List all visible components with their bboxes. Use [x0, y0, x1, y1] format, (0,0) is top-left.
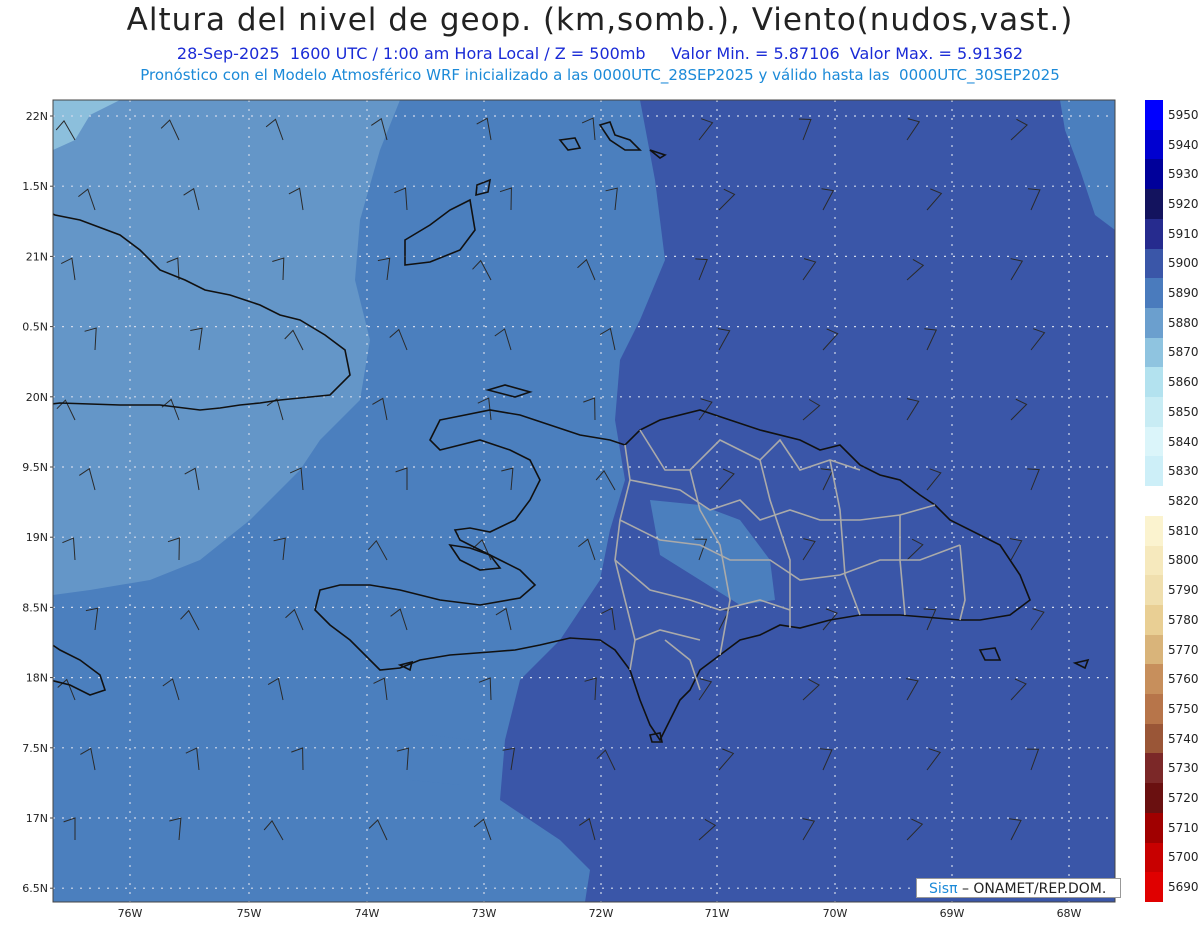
lon-tick-label: 68W — [1057, 907, 1082, 920]
lon-tick-label: 71W — [705, 907, 730, 920]
lat-tick-label: 18N — [26, 672, 48, 685]
colorbar-cell — [1145, 218, 1163, 250]
colorbar-cell — [1145, 159, 1163, 190]
colorbar-tick-label: 5870 — [1168, 345, 1199, 360]
credit-box: Sisπ – ONAMET/REP.DOM. — [916, 878, 1121, 898]
colorbar-tick-label: 5940 — [1168, 137, 1199, 152]
colorbar-tick-label: 5700 — [1168, 850, 1199, 865]
lon-tick-label: 69W — [940, 907, 965, 920]
colorbar-cell — [1145, 486, 1163, 517]
colorbar-tick-label: 5690 — [1168, 880, 1199, 895]
colorbar-tick-label: 5810 — [1168, 523, 1199, 538]
lat-tick-label: 19N — [26, 531, 48, 544]
colorbar-tick-label: 5840 — [1168, 434, 1199, 449]
colorbar-tick-label: 5920 — [1168, 196, 1199, 211]
lat-tick-label: 21N — [26, 250, 48, 263]
colorbar-cell — [1145, 694, 1163, 725]
colorbar-tick-label: 5750 — [1168, 701, 1199, 716]
colorbar-tick-label: 5900 — [1168, 256, 1199, 271]
colorbar-cell — [1145, 456, 1163, 487]
colorbar-cell — [1145, 723, 1163, 754]
lat-tick-label: 17N — [26, 812, 48, 825]
colorbar-tick-label: 5820 — [1168, 494, 1199, 508]
lat-tick-label: 7.5N — [22, 742, 48, 755]
colorbar-cell — [1145, 248, 1163, 279]
colorbar-cell — [1145, 129, 1163, 160]
forecast-map: 22N 1.5N 21N 0.5N 20N 9.5N 19N 8.5N 18N 7.5N 17N 6.… — [22, 99, 1116, 920]
lat-tick-label: 22N — [26, 110, 48, 123]
colorbar-cell — [1145, 307, 1163, 339]
colorbar-cell — [1145, 100, 1163, 131]
lon-tick-label: 76W — [118, 907, 143, 920]
colorbar-tick-label: 5800 — [1168, 553, 1199, 568]
colorbar-cell — [1145, 783, 1163, 814]
colorbar-tick-label: 5770 — [1168, 642, 1199, 657]
colorbar-cell — [1145, 515, 1163, 547]
colorbar-tick-label: 5760 — [1168, 672, 1199, 687]
lon-tick-label: 75W — [237, 907, 262, 920]
colorbar-cell — [1145, 664, 1163, 695]
lat-tick-label: 20N — [26, 391, 48, 404]
colorbar-cell — [1145, 872, 1163, 903]
colorbar-cell — [1145, 397, 1163, 428]
colorbar-cell — [1145, 604, 1163, 636]
colorbar-tick-label: 5790 — [1168, 583, 1199, 598]
credit-org: – ONAMET/REP.DOM. — [961, 881, 1107, 897]
colorbar-cell — [1145, 426, 1163, 457]
colorbar-tick-label: 5710 — [1168, 820, 1199, 835]
colorbar-cell — [1145, 189, 1163, 220]
colorbar-tick-label: 5720 — [1168, 791, 1199, 806]
lat-tick-label: 0.5N — [22, 321, 48, 334]
colorbar-tick-label: 5930 — [1168, 167, 1199, 182]
colorbar — [1145, 100, 1163, 903]
lon-tick-label: 74W — [355, 907, 380, 920]
colorbar-tick-label: 5830 — [1168, 464, 1199, 479]
colorbar-cell — [1145, 575, 1163, 606]
colorbar-tick-label: 5740 — [1168, 731, 1199, 746]
colorbar-cell — [1145, 545, 1163, 576]
lat-tick-label: 6.5N — [22, 882, 48, 895]
colorbar-cell — [1145, 812, 1163, 844]
colorbar-tick-label: 5950 — [1168, 107, 1199, 122]
lon-tick-label: 73W — [472, 907, 497, 920]
colorbar-tick-label: 5730 — [1168, 761, 1199, 776]
colorbar-tick-label: 5890 — [1168, 286, 1199, 301]
colorbar-cell — [1145, 278, 1163, 309]
colorbar-tick-label: 5880 — [1168, 315, 1199, 330]
colorbar-tick-label: 5860 — [1168, 375, 1199, 390]
lat-tick-label: 9.5N — [22, 461, 48, 474]
colorbar-cell — [1145, 753, 1163, 784]
lon-tick-label: 72W — [589, 907, 614, 920]
lat-tick-label: 1.5N — [22, 180, 48, 193]
colorbar-cell — [1145, 337, 1163, 368]
colorbar-tick-label: 5780 — [1168, 612, 1199, 627]
colorbar-tick-label: 5910 — [1168, 226, 1199, 241]
colorbar-cell — [1145, 842, 1163, 873]
lat-tick-label: 8.5N — [22, 601, 48, 614]
colorbar-cell — [1145, 367, 1163, 398]
sis-logo-text: Sisπ — [929, 881, 958, 897]
lon-tick-label: 70W — [823, 907, 848, 920]
colorbar-cell — [1145, 634, 1163, 665]
colorbar-tick-label: 5850 — [1168, 404, 1199, 419]
